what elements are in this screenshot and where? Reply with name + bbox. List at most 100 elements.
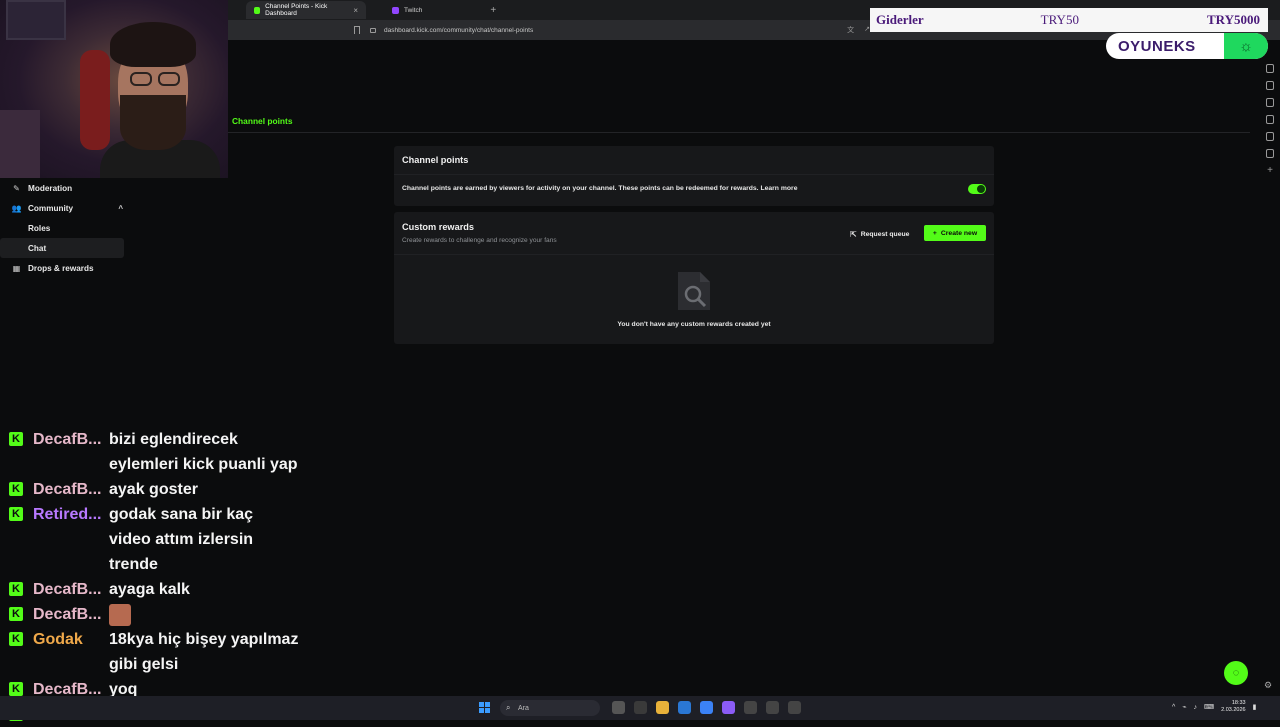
language-icon[interactable]: ⌨ <box>1204 703 1214 711</box>
browser-icon[interactable] <box>700 701 713 714</box>
webcam-feed <box>0 0 228 178</box>
expense-amount-right: TRY5000 <box>1207 12 1260 27</box>
sidebar-item-label: Drops & rewards <box>28 263 94 273</box>
divider <box>394 254 994 255</box>
clock-time: 18:33 <box>1231 700 1246 706</box>
notes-icon[interactable] <box>1266 115 1274 124</box>
wall-frame <box>6 0 66 40</box>
kick-badge-icon: K <box>9 582 23 596</box>
kick-badge-icon: K <box>9 482 23 496</box>
glasses-right <box>158 72 180 86</box>
mail-icon[interactable] <box>1266 64 1274 73</box>
add-panel-icon[interactable]: + <box>1266 166 1274 176</box>
chevron-up-icon[interactable]: ^ <box>118 204 123 213</box>
channel-points-card: Channel points Channel points are earned… <box>394 146 994 206</box>
volume-icon[interactable]: ♪ <box>1194 704 1198 711</box>
kick-badge-icon: K <box>9 507 23 521</box>
expenses-label: Giderler <box>876 12 924 27</box>
windows-start-icon[interactable] <box>479 702 490 713</box>
app-icon[interactable] <box>744 701 757 714</box>
chat-text: bizi eglendirecek eylemleri kick puanli … <box>109 431 298 473</box>
chat-text: 18kya hiç bişey yapılmaz gibi gelsi <box>109 631 299 673</box>
music-icon[interactable] <box>1266 149 1274 158</box>
sidebar-item-chat[interactable]: Chat <box>0 238 124 258</box>
app-icon[interactable] <box>612 701 625 714</box>
new-tab-icon[interactable]: + <box>490 5 496 16</box>
browser-side-panel: + <box>1260 58 1280 688</box>
tab-channel-points[interactable]: Channel points <box>232 116 293 126</box>
card-title: Channel points <box>402 155 469 165</box>
tab-kick-dashboard[interactable]: Channel Points - Kick Dashboard × <box>246 1 366 19</box>
sponsor-name: OYUNEKS <box>1118 37 1196 55</box>
translate-icon[interactable]: 文 <box>847 25 854 35</box>
app-icon[interactable] <box>634 701 647 714</box>
people-icon: 👥 <box>11 203 22 213</box>
card-subtitle: Create rewards to challenge and recogniz… <box>402 237 557 244</box>
url-text[interactable]: dashboard.kick.com/community/chat/channe… <box>384 27 533 34</box>
card-title: Custom rewards <box>402 222 474 232</box>
chat-message: K Godak 18kya hiç bişey yapılmaz gibi ge… <box>0 627 300 677</box>
tab-label: Channel Points - Kick Dashboard <box>265 3 328 17</box>
button-label: Request queue <box>860 231 910 238</box>
tab-label: Twitch <box>404 6 423 14</box>
empty-state-text: You don't have any custom rewards create… <box>617 321 771 328</box>
sponsor-logo-icon: ☼ <box>1224 33 1268 59</box>
expense-amount-mid: TRY50 <box>1040 12 1079 27</box>
bookmark-icon[interactable] <box>354 26 360 34</box>
chat-text: ayak goster <box>109 481 198 498</box>
store-icon[interactable] <box>678 701 691 714</box>
kick-badge-icon: K <box>9 432 23 446</box>
settings-gear-icon[interactable]: ⚙ <box>1264 680 1272 691</box>
glasses-left <box>130 72 152 86</box>
app-icon[interactable] <box>766 701 779 714</box>
folder-icon[interactable] <box>656 701 669 714</box>
create-new-button[interactable]: + Create new <box>924 225 986 241</box>
wallet-icon[interactable] <box>1266 98 1274 107</box>
plus-icon: + <box>932 229 937 237</box>
chat-message: K DecafB... ayak goster <box>0 477 300 502</box>
notification-icon[interactable]: ▮ <box>1253 703 1257 711</box>
app-icon[interactable] <box>722 701 735 714</box>
empty-search-document-icon <box>678 272 710 310</box>
system-tray: ^ ⌁ ♪ ⌨ 18:33 2.03.2026 ▮ <box>1172 700 1256 714</box>
channel-points-toggle[interactable] <box>968 184 986 194</box>
tab-underline <box>228 132 1250 133</box>
help-chat-button[interactable]: ◌ <box>1224 661 1248 685</box>
request-queue-button[interactable]: ⇱ Request queue <box>850 227 909 242</box>
site-info-icon[interactable] <box>370 27 376 33</box>
sidebar-item-label: Community <box>28 203 74 213</box>
channel-points-description: Channel points are earned by viewers for… <box>402 185 798 192</box>
external-link-icon: ⇱ <box>850 230 857 239</box>
search-icon: ⌕ <box>506 703 511 712</box>
chat-overlay: K DecafB... bizi eglendirecek eylemleri … <box>0 427 300 727</box>
network-icon[interactable]: ⌁ <box>1182 703 1186 711</box>
chat-text <box>109 602 299 627</box>
chat-username: DecafB... <box>33 431 102 448</box>
sidebar-item-roles[interactable]: Roles <box>0 218 228 238</box>
obs-icon[interactable] <box>788 701 801 714</box>
clock[interactable]: 18:33 2.03.2026 <box>1221 700 1245 714</box>
tab-twitch[interactable]: Twitch <box>384 1 430 19</box>
streamer-beard <box>120 95 186 150</box>
sidebar-item-community[interactable]: 👥 Community ^ <box>0 198 228 218</box>
chat-emote-icon <box>109 603 131 626</box>
sidebar-item-drops-rewards[interactable]: ▦ Drops & rewards <box>0 258 228 278</box>
custom-rewards-card: Custom rewards Create rewards to challen… <box>394 212 994 344</box>
chat-text: godak sana bir kaç video attım izlersin … <box>109 506 254 573</box>
dashboard-sidebar: ✎ Moderation 👥 Community ^ Roles Chat ▦ … <box>0 178 228 278</box>
chat-message: K DecafB... <box>0 602 300 627</box>
sidebar-item-label: Chat <box>28 243 47 253</box>
chat-message: K DecafB... ayaga kalk <box>0 577 300 602</box>
apps-icon[interactable] <box>1266 132 1274 141</box>
chat-username: Godak <box>33 631 83 648</box>
taskbar-search[interactable]: ⌕ Ara <box>500 700 600 716</box>
chevron-up-icon[interactable]: ^ <box>1172 704 1175 711</box>
streamer-hair <box>110 22 196 67</box>
twitch-favicon-icon <box>392 6 399 14</box>
clock-date: 2.03.2026 <box>1221 707 1246 713</box>
expenses-banner: Giderler TRY50 TRY5000 <box>870 8 1268 32</box>
close-tab-icon[interactable]: × <box>353 6 358 15</box>
calendar-icon[interactable] <box>1266 81 1274 90</box>
shelf <box>0 110 40 178</box>
sidebar-item-moderation[interactable]: ✎ Moderation <box>0 178 228 198</box>
